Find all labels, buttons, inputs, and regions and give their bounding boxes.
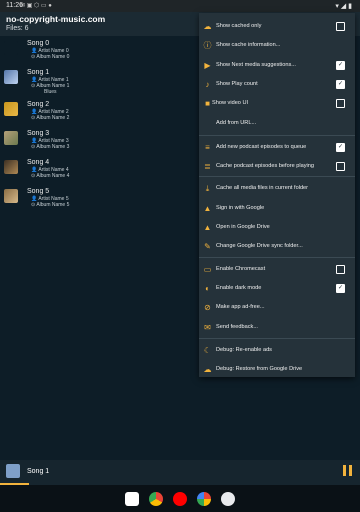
gmail-icon[interactable] (125, 492, 139, 506)
album-art (4, 70, 18, 84)
checkbox[interactable] (336, 162, 345, 171)
youtube-icon[interactable] (173, 492, 187, 506)
list-item[interactable]: Song 5 👤 Artist Name 5 ⊙ Album Name 5 (0, 186, 200, 215)
cast-icon: ▭ (203, 265, 212, 274)
album-name: ⊙ Album Name 0 (31, 54, 70, 60)
checkbox[interactable]: ✓ (336, 80, 345, 89)
cache-podcast-icon: ≣ (204, 162, 211, 171)
checkbox[interactable] (336, 22, 345, 31)
song-title: Song 5 (27, 188, 50, 195)
album-art (4, 131, 18, 145)
menu-divider (199, 135, 355, 136)
album-art (4, 189, 18, 203)
album-name: ⊙ Album Name 5 (31, 202, 70, 208)
playlist-add-icon: ≡ (205, 143, 210, 152)
pause-icon[interactable] (343, 465, 346, 476)
menu-item-open-google-drive[interactable]: ▲ Open in Google Drive (199, 219, 355, 238)
song-title: Song 4 (27, 159, 50, 166)
battery-icon: ▮ (348, 3, 352, 10)
cloud-off-icon: ☁ (203, 22, 212, 31)
song-title: Song 0 (27, 40, 50, 47)
list-item[interactable]: Song 1 👤 Artist Name 1 ⊙ Album Name 1 Bl… (0, 67, 200, 99)
menu-item-cache-all[interactable]: ⤓ Cache all media files in current folder (199, 180, 355, 199)
nav-dock (0, 485, 360, 512)
menu-item-send-feedback[interactable]: ✉ Send feedback... (199, 319, 355, 338)
list-item[interactable]: Song 3 👤 Artist Name 3 ⊙ Album Name 3 (0, 128, 200, 157)
music-note-icon: ♪ (205, 80, 210, 89)
checkbox[interactable]: ✓ (336, 143, 345, 152)
video-icon: ■ (205, 99, 210, 108)
album-name: ⊙ Album Name 4 (31, 173, 70, 179)
list-item[interactable]: Song 2 👤 Artist Name 2 ⊙ Album Name 2 (0, 99, 200, 128)
mail-icon: ✉ (204, 323, 211, 332)
notification-icons: ✉ ▣ ⬡ ▭ ● (20, 3, 52, 9)
apps-icon[interactable] (221, 492, 235, 506)
ad-free-icon: ⊘ (204, 303, 211, 312)
album-art (4, 102, 18, 116)
menu-item-chromecast[interactable]: ▭ Enable Chromecast (199, 261, 355, 280)
song-title: Song 1 (27, 69, 50, 76)
list-item[interactable]: Song 4 👤 Artist Name 4 ⊙ Album Name 4 (0, 157, 200, 186)
chrome-icon[interactable] (149, 492, 163, 506)
menu-item-show-cached-only[interactable]: ☁ Show cached only (199, 18, 355, 37)
wifi-icon: ▾ (335, 3, 339, 10)
menu-item-dark-mode[interactable]: ◐ Enable dark mode ✓ (199, 280, 355, 299)
menu-item-change-sync-folder[interactable]: ✎ Change Google Drive sync folder... (199, 238, 355, 257)
album-name: ⊙ Album Name 2 (31, 115, 70, 121)
menu-item-add-from-url[interactable]: Add from URL... (199, 115, 355, 134)
checkbox[interactable] (336, 265, 345, 274)
now-playing-bar[interactable]: Song 1 (0, 460, 360, 485)
checkbox[interactable] (336, 99, 345, 108)
song-title: Song 2 (27, 101, 50, 108)
google-drive-icon: ▲ (203, 223, 212, 232)
file-count: Files: 6 (6, 25, 29, 32)
song-title: Song 3 (27, 130, 50, 137)
menu-item-add-podcast-episodes[interactable]: ≡ Add new podcast episodes to queue ✓ (199, 139, 355, 158)
photos-icon[interactable] (197, 492, 211, 506)
overflow-menu: ☁ Show cached only ⓘ Show cache informatio… (199, 13, 355, 377)
status-bar: 11:26 ✉ ▣ ⬡ ▭ ● ▾ ◢ ▮ (0, 0, 360, 12)
menu-item-ad-free[interactable]: ⊘ Make app ad-free... (199, 299, 355, 318)
menu-item-video-ui[interactable]: ■ Show video UI (199, 95, 355, 114)
menu-item-cache-podcast[interactable]: ≣ Cache podcast episodes before playing (199, 158, 355, 177)
menu-item-next-media-suggestions[interactable]: ▶ Show Next media suggestions... ✓ (199, 57, 355, 76)
album-art (4, 160, 18, 174)
edit-icon: ✎ (204, 242, 211, 251)
menu-item-debug-reenable-ads[interactable]: ☾ Debug: Re-enable ads (199, 342, 355, 361)
checkbox[interactable]: ✓ (336, 61, 345, 70)
now-playing-art (6, 464, 20, 478)
album-art (4, 41, 18, 55)
checkbox[interactable]: ✓ (336, 284, 345, 293)
dark-mode-icon: ◐ (205, 284, 210, 293)
google-drive-icon: ▲ (203, 204, 212, 213)
menu-item-cache-info[interactable]: ⓘ Show cache information... (199, 37, 355, 56)
genre: Blues (44, 89, 57, 95)
moon-icon: ☾ (203, 346, 212, 355)
signal-icon: ◢ (340, 3, 347, 10)
now-playing-title: Song 1 (27, 468, 50, 475)
info-icon: ⓘ (203, 41, 212, 50)
list-item[interactable]: Song 0 👤 Artist Name 0 ⊙ Album Name 0 (0, 38, 200, 67)
menu-divider (199, 257, 355, 258)
menu-item-play-count[interactable]: ♪ Show Play count ✓ (199, 76, 355, 95)
download-icon: ⤓ (205, 184, 210, 193)
cloud-download-icon: ☁ (203, 365, 212, 374)
menu-divider (199, 176, 355, 177)
song-list: Song 0 👤 Artist Name 0 ⊙ Album Name 0 So… (0, 38, 200, 215)
album-name: ⊙ Album Name 3 (31, 144, 70, 150)
folder-title: no-copyright-music.com (6, 14, 106, 24)
menu-item-debug-restore-drive[interactable]: ☁ Debug: Restore from Google Drive (199, 361, 355, 380)
next-media-icon: ▶ (204, 61, 211, 70)
menu-item-sign-in-google[interactable]: ▲ Sign in with Google (199, 200, 355, 219)
system-icons: ▾ ◢ ▮ (335, 2, 352, 10)
menu-divider (199, 338, 355, 339)
